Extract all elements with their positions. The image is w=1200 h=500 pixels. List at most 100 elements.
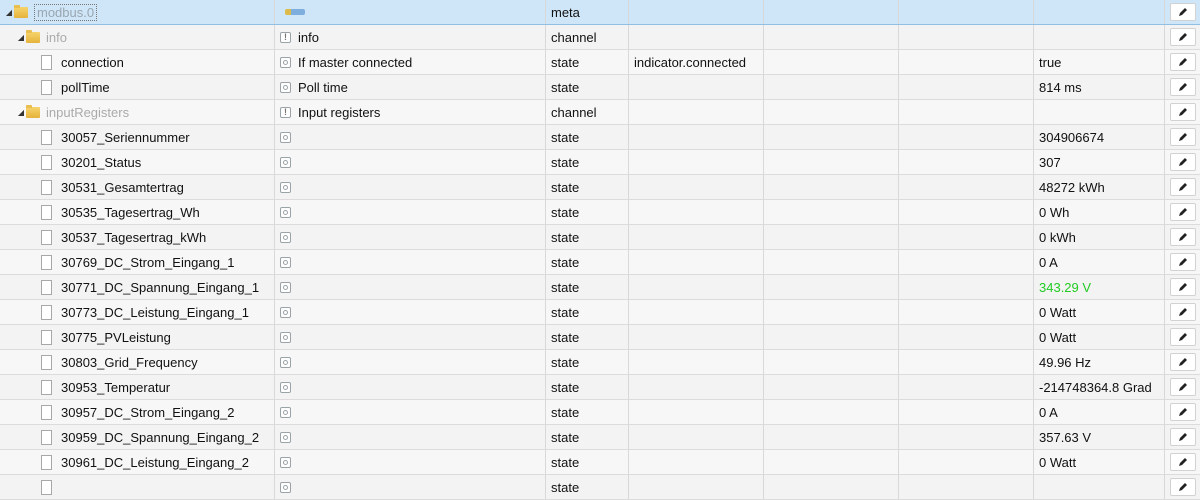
tree-row-register[interactable]: 30803_Grid_Frequency state 49.96 Hz bbox=[0, 350, 1200, 375]
object-tree-grid: ◢ modbus.0 meta ◢ info ! info channel co… bbox=[0, 0, 1200, 500]
pencil-icon bbox=[1178, 8, 1187, 16]
row-type: state bbox=[546, 300, 629, 324]
file-icon bbox=[41, 279, 52, 295]
pencil-icon bbox=[1178, 208, 1187, 216]
edit-button[interactable] bbox=[1169, 303, 1196, 321]
tree-row-register[interactable]: 30057_Seriennummer state 304906674 bbox=[0, 125, 1200, 150]
tree-row-register[interactable]: 30953_Temperatur state -214748364.8 Grad bbox=[0, 375, 1200, 400]
edit-button[interactable] bbox=[1169, 128, 1196, 146]
tree-row-root[interactable]: ◢ modbus.0 meta bbox=[0, 0, 1200, 25]
pencil-icon bbox=[1178, 333, 1187, 341]
row-name: 30531_Gesamtertrag bbox=[61, 179, 184, 195]
row-value: 343.29 V bbox=[1034, 275, 1165, 299]
file-icon bbox=[41, 454, 52, 470]
collapse-arrow-icon[interactable]: ◢ bbox=[4, 8, 14, 17]
pencil-icon bbox=[1178, 183, 1187, 191]
row-type: state bbox=[546, 175, 629, 199]
state-icon bbox=[280, 206, 291, 218]
row-type: state bbox=[546, 200, 629, 224]
row-name: 30535_Tagesertrag_Wh bbox=[61, 204, 200, 220]
row-role: indicator.connected bbox=[629, 50, 764, 74]
file-icon bbox=[41, 329, 52, 345]
collapse-arrow-icon[interactable]: ◢ bbox=[16, 33, 26, 42]
collapse-arrow-icon[interactable]: ◢ bbox=[16, 108, 26, 117]
edit-button[interactable] bbox=[1169, 78, 1196, 96]
tree-row-connection[interactable]: connection If master connected state ind… bbox=[0, 50, 1200, 75]
tree-row-register[interactable]: 30957_DC_Strom_Eingang_2 state 0 A bbox=[0, 400, 1200, 425]
state-icon bbox=[280, 481, 291, 493]
row-type: channel bbox=[546, 100, 629, 124]
file-icon bbox=[41, 204, 52, 220]
row-title: If master connected bbox=[298, 54, 413, 70]
state-icon bbox=[280, 131, 291, 143]
edit-button[interactable] bbox=[1169, 453, 1196, 471]
tree-row-inputregisters[interactable]: ◢ inputRegisters ! Input registers channe… bbox=[0, 100, 1200, 125]
edit-button[interactable] bbox=[1169, 328, 1196, 346]
edit-button[interactable] bbox=[1169, 3, 1196, 21]
edit-button[interactable] bbox=[1169, 28, 1196, 46]
pencil-icon bbox=[1178, 258, 1187, 266]
edit-button[interactable] bbox=[1169, 353, 1196, 371]
tree-row-register[interactable]: 30959_DC_Spannung_Eingang_2 state 357.63… bbox=[0, 425, 1200, 450]
tree-row-register[interactable]: 30773_DC_Leistung_Eingang_1 state 0 Watt bbox=[0, 300, 1200, 325]
tree-row-register[interactable]: 30201_Status state 307 bbox=[0, 150, 1200, 175]
edit-button[interactable] bbox=[1169, 278, 1196, 296]
row-type: state bbox=[546, 250, 629, 274]
state-icon bbox=[280, 306, 291, 318]
tree-row-info[interactable]: ◢ info ! info channel bbox=[0, 25, 1200, 50]
tree-row-register[interactable]: 30531_Gesamtertrag state 48272 kWh bbox=[0, 175, 1200, 200]
pencil-icon bbox=[1178, 33, 1187, 41]
row-name: 30775_PVLeistung bbox=[61, 329, 171, 345]
file-icon bbox=[41, 54, 52, 70]
row-value: -214748364.8 Grad bbox=[1034, 375, 1165, 399]
row-value: 0 Watt bbox=[1034, 300, 1165, 324]
state-icon bbox=[280, 456, 291, 468]
row-value: 814 ms bbox=[1034, 75, 1165, 99]
tree-row-register[interactable]: 30537_Tagesertrag_kWh state 0 kWh bbox=[0, 225, 1200, 250]
file-icon bbox=[41, 79, 52, 95]
row-name: 30961_DC_Leistung_Eingang_2 bbox=[61, 454, 249, 470]
tree-row-polltime[interactable]: pollTime Poll time state 814 ms bbox=[0, 75, 1200, 100]
row-name: 30769_DC_Strom_Eingang_1 bbox=[61, 254, 235, 270]
tree-row-register[interactable]: 30771_DC_Spannung_Eingang_1 state 343.29… bbox=[0, 275, 1200, 300]
tree-row-register[interactable]: 30775_PVLeistung state 0 Watt bbox=[0, 325, 1200, 350]
edit-button[interactable] bbox=[1169, 178, 1196, 196]
folder-icon bbox=[26, 104, 40, 118]
row-value: 0 A bbox=[1034, 400, 1165, 424]
state-icon bbox=[280, 56, 291, 68]
tree-row-register[interactable]: 30769_DC_Strom_Eingang_1 state 0 A bbox=[0, 250, 1200, 275]
channel-icon: ! bbox=[280, 106, 291, 118]
row-value: 48272 kWh bbox=[1034, 175, 1165, 199]
edit-button[interactable] bbox=[1169, 428, 1196, 446]
edit-button[interactable] bbox=[1169, 478, 1196, 496]
row-type: state bbox=[546, 50, 629, 74]
row-name: 30771_DC_Spannung_Eingang_1 bbox=[61, 279, 260, 295]
edit-button[interactable] bbox=[1169, 203, 1196, 221]
row-name: 30803_Grid_Frequency bbox=[61, 354, 198, 370]
pencil-icon bbox=[1178, 158, 1187, 166]
pencil-icon bbox=[1178, 283, 1187, 291]
edit-button[interactable] bbox=[1169, 253, 1196, 271]
tree-row-register[interactable]: 30961_DC_Leistung_Eingang_2 state 0 Watt bbox=[0, 450, 1200, 475]
edit-button[interactable] bbox=[1169, 103, 1196, 121]
row-type: state bbox=[546, 375, 629, 399]
edit-button[interactable] bbox=[1169, 53, 1196, 71]
state-icon bbox=[280, 81, 291, 93]
tree-row-register[interactable]: state bbox=[0, 475, 1200, 500]
file-icon bbox=[41, 229, 52, 245]
pencil-icon bbox=[1178, 58, 1187, 66]
edit-button[interactable] bbox=[1169, 153, 1196, 171]
tree-row-register[interactable]: 30535_Tagesertrag_Wh state 0 Wh bbox=[0, 200, 1200, 225]
row-value: 0 Wh bbox=[1034, 200, 1165, 224]
edit-button[interactable] bbox=[1169, 228, 1196, 246]
pencil-icon bbox=[1178, 83, 1187, 91]
edit-button[interactable] bbox=[1169, 403, 1196, 421]
pencil-icon bbox=[1178, 458, 1187, 466]
row-value: 0 Watt bbox=[1034, 325, 1165, 349]
row-type: state bbox=[546, 225, 629, 249]
edit-button[interactable] bbox=[1169, 378, 1196, 396]
folder-icon bbox=[26, 29, 40, 43]
row-name: 30201_Status bbox=[61, 154, 142, 170]
file-icon bbox=[41, 354, 52, 370]
row-name: modbus.0 bbox=[34, 3, 98, 21]
